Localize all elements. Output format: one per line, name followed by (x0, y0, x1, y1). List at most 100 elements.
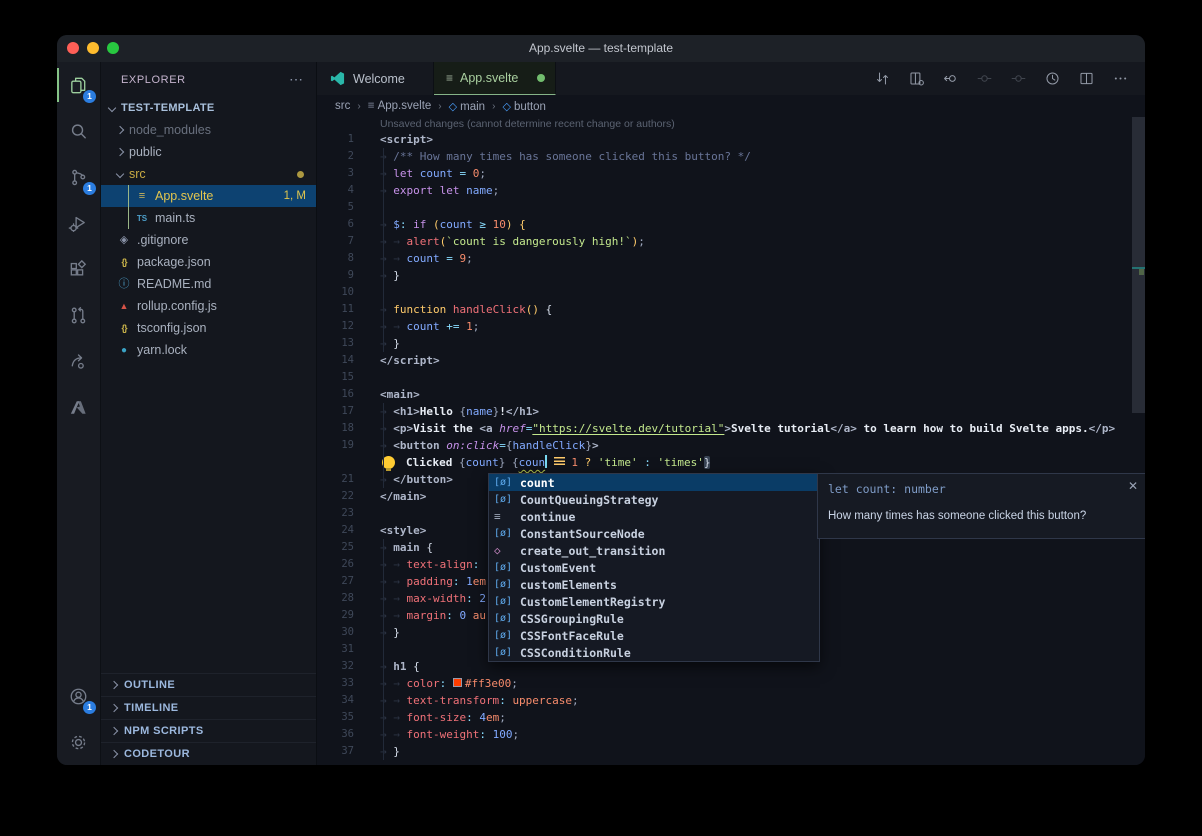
navigate-back-icon[interactable] (942, 70, 959, 87)
suggestion-label: CSSConditionRule (520, 646, 631, 660)
code-line: 35→→font-size: 4em; (317, 709, 1145, 726)
file-row-node_modules[interactable]: node_modules (101, 119, 316, 141)
compare-changes-icon[interactable] (874, 70, 891, 87)
sidebar-panels: OUTLINE TIMELINENPM SCRIPTSCODETOUR (101, 673, 316, 765)
symbol-var-icon: [ø] (494, 596, 516, 607)
editor-scrollbar[interactable] (1132, 117, 1145, 413)
editor[interactable]: Unsaved changes (cannot determine recent… (317, 117, 1145, 765)
breadcrumb-button[interactable]: ◇ button (502, 100, 546, 113)
activity-explorer[interactable]: 1 (57, 62, 100, 108)
suggestion-count[interactable]: [ø]count (489, 474, 819, 491)
symbol-var-icon: [ø] (494, 579, 516, 590)
line-number: 35 (317, 709, 380, 726)
tab-app-svelte[interactable]: ≡ App.svelte (434, 62, 556, 95)
suggestion-CSSFontFaceRule[interactable]: [ø]CSSFontFaceRule (489, 627, 819, 644)
split-editor-icon[interactable] (1078, 70, 1095, 87)
activity-run-debug[interactable] (57, 200, 100, 246)
extensions-icon (68, 259, 89, 280)
file-row-src[interactable]: src (101, 163, 316, 185)
panel-timeline[interactable]: TIMELINE (101, 696, 316, 719)
line-number: 18 (317, 420, 380, 437)
explorer-header: EXPLORER ⋯ (101, 62, 316, 97)
file-label: tsconfig.json (137, 321, 206, 335)
file-label: public (129, 145, 162, 159)
breadcrumb-separator: › (357, 101, 360, 112)
suggestion-CSSConditionRule[interactable]: [ø]CSSConditionRule (489, 644, 819, 661)
folder-root[interactable]: TEST-TEMPLATE (101, 97, 316, 119)
file-row-rollup.config.js[interactable]: rollup.config.js (101, 295, 316, 317)
file-row-public[interactable]: public (101, 141, 316, 163)
suggestion-CustomEvent[interactable]: [ø]CustomEvent (489, 559, 819, 576)
active-indent-guide (128, 185, 129, 229)
file-label: package.json (137, 255, 211, 269)
breadcrumb: src›≡ App.svelte›◇ main›◇ button (317, 95, 1145, 117)
file-row-main.ts[interactable]: main.ts (101, 207, 316, 229)
line-number: 1 (317, 131, 380, 148)
badge-count: 1 (83, 182, 96, 195)
suggestion-CustomElementRegistry[interactable]: [ø]CustomElementRegistry (489, 593, 819, 610)
chevron-down-icon (108, 104, 116, 112)
symbol-box-icon: ◇ (502, 101, 514, 113)
open-changes-icon[interactable] (908, 70, 925, 87)
activity-github-pull-requests[interactable] (57, 292, 100, 338)
activity-search[interactable] (57, 108, 100, 154)
file-row-README.md[interactable]: README.md (101, 273, 316, 295)
code-line: 18→<p>Visit the <a href="https://svelte.… (317, 420, 1145, 437)
git-status-badge: 1, M (284, 190, 316, 202)
breadcrumb-main[interactable]: ◇ main (449, 100, 485, 113)
next-change-icon (1010, 70, 1027, 87)
suggest-docs-description: How many times has someone clicked this … (828, 510, 1124, 522)
live-share-icon (68, 351, 89, 372)
suggestion-create_out_transition[interactable]: ◇create_out_transition (489, 542, 819, 559)
file-row-tsconfig.json[interactable]: tsconfig.json (101, 317, 316, 339)
json-file-icon (117, 255, 131, 269)
more-actions-icon[interactable]: ⋯ (289, 71, 304, 88)
breadcrumb-App.svelte[interactable]: ≡ App.svelte (368, 100, 432, 112)
tab-bar: Welcome ≡ App.svelte (317, 62, 1145, 95)
suggestion-CSSGroupingRule[interactable]: [ø]CSSGroupingRule (489, 610, 819, 627)
screen: App.svelte — test-template 11 1 EXPLORER… (0, 0, 1202, 836)
activity-settings[interactable] (57, 719, 100, 765)
line-number: 34 (317, 692, 380, 709)
panel-npm-scripts[interactable]: NPM SCRIPTS (101, 719, 316, 742)
panel-codetour[interactable]: CODETOUR (101, 742, 316, 765)
suggestion-label: customElements (520, 578, 617, 592)
run-clock-icon[interactable] (1044, 70, 1061, 87)
color-swatch-icon (453, 678, 462, 687)
modified-folder-dot-icon (297, 171, 304, 178)
activity-source-control[interactable]: 1 (57, 154, 100, 200)
activity-azure[interactable] (57, 384, 100, 430)
file-row-package.json[interactable]: package.json (101, 251, 316, 273)
line-number: 9 (317, 267, 380, 284)
chevron-right-icon (110, 727, 118, 735)
code-text: </main> (380, 488, 426, 505)
line-number: 29 (317, 607, 380, 624)
symbol-var-icon: [ø] (494, 477, 516, 488)
code-line: 13→} (317, 335, 1145, 352)
suggestion-customElements[interactable]: [ø] customElements (489, 576, 819, 593)
suggestion-CountQueuingStrategy[interactable]: [ø]CountQueuingStrategy (489, 491, 819, 508)
panel-outline[interactable]: OUTLINE (101, 673, 316, 696)
tab-app-svelte-label: App.svelte (460, 71, 518, 85)
panel-label: OUTLINE (124, 679, 175, 691)
suggestion-continue[interactable]: ≡continue (489, 508, 819, 525)
file-label: main.ts (155, 211, 195, 225)
tab-welcome[interactable]: Welcome (317, 62, 434, 95)
breadcrumb-src[interactable]: src (335, 100, 350, 112)
code-line: 19→<button on:click={handleClick}> (317, 437, 1145, 454)
file-row-.gitignore[interactable]: .gitignore (101, 229, 316, 251)
symbol-kw-icon: ≡ (494, 510, 516, 523)
activity-live-share[interactable] (57, 338, 100, 384)
line-number: 22 (317, 488, 380, 505)
activity-extensions[interactable] (57, 246, 100, 292)
file-row-yarn.lock[interactable]: yarn.lock (101, 339, 316, 361)
activity-accounts[interactable]: 1 (57, 673, 100, 719)
close-icon[interactable]: ✕ (1128, 479, 1138, 493)
code-text: →<h1>Hello {name}!</h1> (380, 403, 539, 420)
file-row-App.svelte[interactable]: App.svelte1, M (101, 185, 316, 207)
more-actions-icon[interactable] (1112, 70, 1129, 87)
line-number (317, 454, 380, 471)
suggestion-ConstantSourceNode[interactable]: [ø]ConstantSourceNode (489, 525, 819, 542)
code-text: →/** How many times has someone clicked … (380, 148, 751, 165)
line-number: 16 (317, 386, 380, 403)
